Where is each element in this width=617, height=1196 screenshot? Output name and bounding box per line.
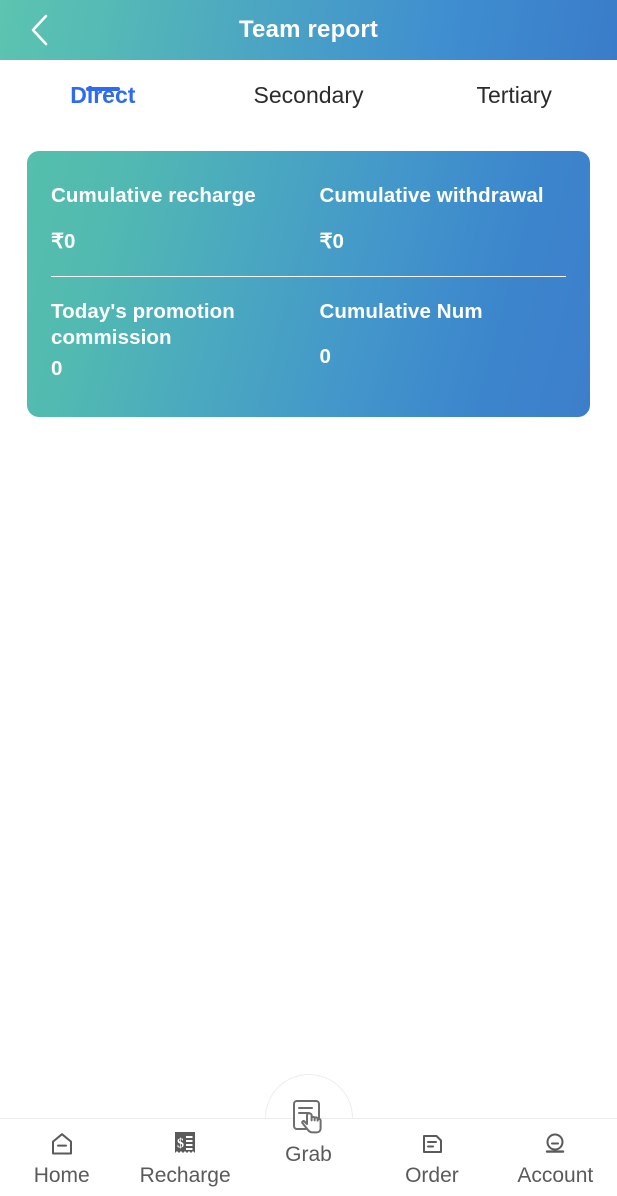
stat-title: Cumulative recharge [51,184,256,207]
stat-value: ₹0 [51,230,76,253]
svg-text:$: $ [177,1137,184,1152]
stats-row-top: Cumulative recharge ₹0 Cumulative withdr… [51,183,566,254]
receipt-dollar-icon: $ [169,1127,201,1161]
chevron-left-icon [28,13,50,47]
tab-active-indicator [85,87,120,91]
person-icon [540,1127,570,1161]
stat-title: Today's promotion commission [51,300,235,349]
nav-item-grab[interactable]: Grab [247,1083,370,1168]
stat-cumulative-recharge: Cumulative recharge ₹0 [51,183,309,254]
stat-cumulative-num: Cumulative Num 0 [309,299,567,381]
tab-direct[interactable]: Direct [0,60,206,109]
nav-item-account[interactable]: Account [494,1119,617,1189]
tab-secondary[interactable]: Secondary [206,60,412,109]
nav-item-recharge[interactable]: $ Recharge [123,1119,246,1189]
stat-cumulative-withdrawal: Cumulative withdrawal ₹0 [309,183,567,254]
nav-item-home-label: Home [33,1164,90,1187]
stat-title: Cumulative withdrawal [319,184,544,207]
stats-row-bottom: Today's promotion commission 0 Cumulativ… [51,299,566,381]
team-stats-card: Cumulative recharge ₹0 Cumulative withdr… [27,151,590,417]
card-divider [51,276,566,277]
home-icon [47,1127,77,1161]
stat-title: Cumulative Num [319,300,483,323]
nav-item-recharge-label: Recharge [139,1164,231,1187]
stat-todays-promotion-commission: Today's promotion commission 0 [51,299,309,381]
tab-secondary-label: Secondary [253,82,364,108]
page-header: Team report [0,0,617,60]
stat-value: 0 [319,345,331,368]
bottom-nav-bar: Home $ Recharge Grab Order Account [0,1100,617,1196]
document-hand-tap-icon [285,1083,333,1141]
back-button[interactable] [18,9,60,51]
app-screen: Team report Direct Secondary Tertiary Cu… [0,0,617,1196]
nav-item-order[interactable]: Order [370,1119,493,1189]
tab-tertiary-label: Tertiary [476,82,552,108]
nav-item-order-label: Order [405,1164,459,1187]
stat-value: 0 [51,357,63,380]
tab-tertiary[interactable]: Tertiary [411,60,617,109]
stat-value: ₹0 [319,230,344,253]
page-title: Team report [238,16,379,43]
report-tab-bar: Direct Secondary Tertiary [0,60,617,140]
document-lines-icon [417,1127,447,1161]
nav-item-home[interactable]: Home [0,1119,123,1189]
nav-item-account-label: Account [517,1164,594,1187]
nav-item-grab-label: Grab [285,1143,332,1166]
